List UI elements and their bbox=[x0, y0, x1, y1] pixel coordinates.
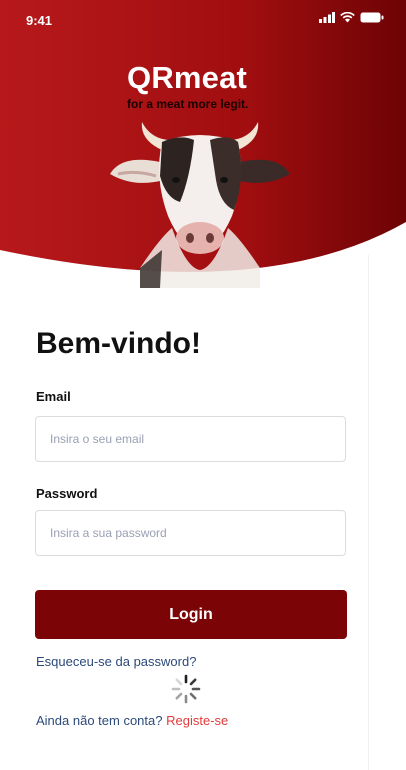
login-button[interactable]: Login bbox=[35, 590, 347, 639]
battery-icon bbox=[360, 12, 384, 23]
header-banner: 9:41 QRmeat for a meat more legit. bbox=[0, 0, 406, 290]
brand-title: QRmeat bbox=[127, 60, 248, 95]
email-field[interactable] bbox=[35, 416, 346, 462]
wifi-icon bbox=[340, 12, 355, 23]
signal-icon bbox=[319, 12, 335, 23]
loading-spinner-icon bbox=[171, 674, 201, 704]
forgot-password-link[interactable]: Esqueceu-se da password? bbox=[36, 654, 196, 669]
email-label: Email bbox=[36, 389, 71, 404]
brand-tagline: for a meat more legit. bbox=[127, 97, 249, 111]
register-row: Ainda não tem conta? Registe-se bbox=[36, 713, 228, 728]
cow-logo-icon bbox=[110, 122, 290, 288]
password-field[interactable] bbox=[35, 510, 346, 556]
page-title: Bem-vindo! bbox=[36, 327, 201, 360]
status-bar: 9:41 bbox=[0, 0, 406, 40]
status-icons bbox=[319, 12, 384, 23]
no-account-text: Ainda não tem conta? bbox=[36, 713, 163, 728]
status-time: 9:41 bbox=[26, 13, 53, 28]
register-link[interactable]: Registe-se bbox=[166, 713, 228, 728]
password-label: Password bbox=[36, 486, 98, 501]
right-divider bbox=[368, 255, 369, 770]
